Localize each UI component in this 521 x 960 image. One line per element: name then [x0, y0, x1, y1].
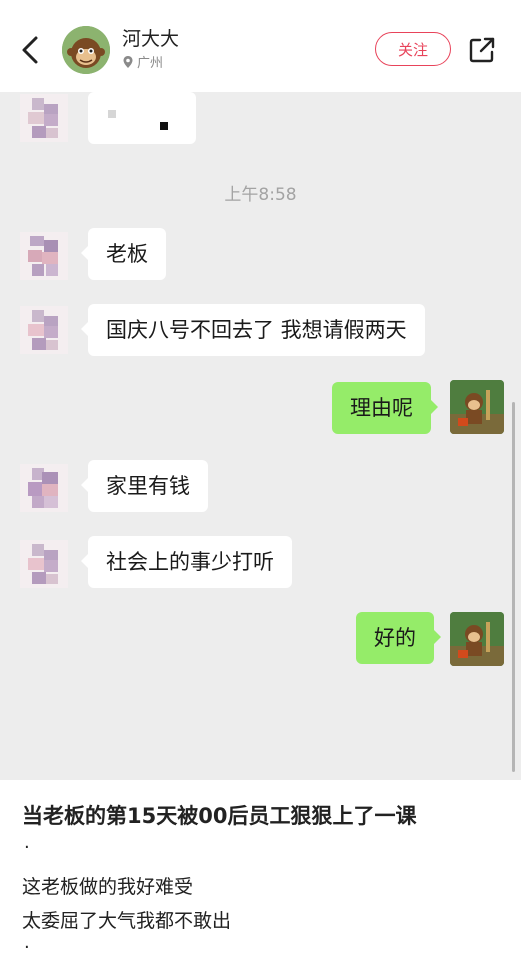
sender-avatar-blurred: [20, 94, 68, 142]
sender-avatar-blurred: [20, 232, 68, 280]
my-avatar: [450, 380, 504, 434]
location-pin-icon: [123, 55, 133, 68]
sender-avatar-blurred: [20, 540, 68, 588]
author-avatar[interactable]: [62, 26, 110, 74]
back-button[interactable]: [14, 30, 50, 70]
post-text-line: 这老板做的我好难受: [22, 876, 194, 898]
post-dot: .: [24, 832, 30, 853]
message-bubble-out: 理由呢: [332, 382, 438, 434]
post-header: 河大大 广州 关注: [0, 0, 521, 92]
share-button[interactable]: [466, 34, 498, 66]
sender-avatar-blurred: [20, 306, 68, 354]
post-title: 当老板的第15天被00后员工狠狠上了一课: [22, 804, 417, 828]
sender-avatar-blurred: [20, 464, 68, 512]
post-body: 当老板的第15天被00后员工狠狠上了一课 . 这老板做的我好难受 太委屈了大气我…: [0, 780, 521, 960]
author-name[interactable]: 河大大: [122, 24, 179, 51]
censored-message: [88, 92, 196, 144]
my-avatar: [450, 612, 504, 666]
post-text-line: 太委屈了大气我都不敢出: [22, 910, 232, 932]
location-label: 广州: [122, 52, 163, 71]
message-bubble-in: 社会上的事少打听: [81, 536, 292, 588]
chat-scrollbar[interactable]: [512, 402, 515, 772]
location-text: 广州: [137, 56, 164, 71]
message-bubble-in: 老板: [81, 228, 166, 280]
share-icon: [469, 37, 495, 63]
message-bubble-out: 好的: [356, 612, 441, 664]
message-bubble-in: 家里有钱: [81, 460, 208, 512]
chat-screenshot: 上午8:58 老板 国庆八号不回去了 我想请假两天 理由呢 家里有钱 社会上的事…: [0, 92, 521, 780]
post-dot: .: [24, 932, 30, 953]
follow-button[interactable]: 关注: [375, 32, 451, 66]
message-bubble-in: 国庆八号不回去了 我想请假两天: [81, 304, 425, 356]
chat-timestamp: 上午8:58: [224, 185, 297, 205]
chevron-left-icon: [22, 36, 38, 64]
